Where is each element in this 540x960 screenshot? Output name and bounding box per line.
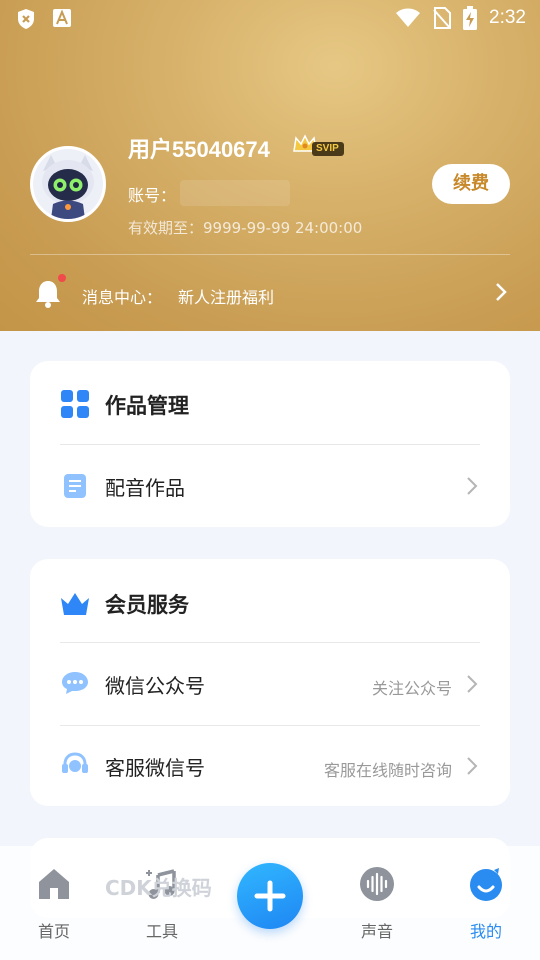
list-item-wechat-official[interactable]: 微信公众号 关注公众号 (30, 643, 510, 725)
works-management-card: 作品管理 配音作品 (30, 361, 510, 527)
expiry-date: 有效期至：9999-99-99 24:00:00 (128, 219, 363, 237)
voice-wave-icon (360, 867, 394, 901)
cdk-label: CDK兑换码 (105, 876, 212, 900)
chevron-right-icon (467, 477, 478, 495)
font-a-icon (53, 9, 71, 27)
wifi-icon (396, 8, 421, 27)
battery-charging-icon (463, 6, 478, 30)
header-divider (30, 254, 510, 255)
nav-mine[interactable]: 我的 (446, 866, 526, 942)
robot-avatar-icon (33, 149, 103, 219)
status-bar: 2:32 (0, 0, 540, 36)
chevron-right-icon (467, 757, 478, 775)
nav-mine-label: 我的 (469, 922, 502, 941)
renew-button[interactable]: 续费 (432, 164, 510, 204)
avatar[interactable] (30, 146, 106, 222)
member-services-card: 会员服务 微信公众号 关注公众号 客服微信号 客服在线随时咨询 (30, 559, 510, 806)
wechat-official-label: 微信公众号 (105, 674, 205, 698)
list-item-customer-service[interactable]: 客服微信号 客服在线随时咨询 (30, 726, 510, 806)
home-icon (39, 869, 69, 899)
message-center-text: 新人注册福利 (178, 288, 275, 307)
wechat-official-value: 关注公众号 (371, 679, 452, 698)
account-value-redacted (180, 180, 290, 206)
username: 用户55040674 (128, 137, 270, 162)
unread-dot (58, 274, 66, 282)
message-center-label: 消息中心： (82, 288, 163, 307)
grid-icon (61, 390, 89, 418)
chevron-right-icon (467, 675, 478, 693)
nav-tools-label: 工具 (145, 922, 178, 941)
account-label: 账号： (128, 186, 177, 205)
nav-voice-label: 声音 (360, 922, 393, 941)
member-card-title: 会员服务 (105, 593, 189, 617)
shield-x-icon (18, 9, 34, 29)
no-sim-icon (433, 7, 452, 29)
bell-icon (36, 281, 60, 308)
nav-home-label: 首页 (37, 922, 70, 941)
bottom-nav: 首页 工具 声音 我的 (0, 846, 540, 960)
list-item-dubbing-works[interactable]: 配音作品 (30, 445, 510, 527)
nav-home[interactable]: 首页 (14, 866, 94, 942)
add-button[interactable] (237, 863, 303, 929)
profile-face-icon (470, 868, 502, 901)
chevron-right-icon (496, 283, 507, 301)
svip-badge: SVIP (292, 133, 346, 159)
chat-bubble-icon (62, 672, 88, 694)
message-center-row[interactable]: 消息中心： 新人注册福利 (30, 270, 510, 316)
nav-voice[interactable]: 声音 (337, 866, 417, 942)
crown-icon (61, 593, 89, 615)
works-card-title: 作品管理 (105, 394, 189, 418)
status-time: 2:32 (489, 7, 526, 28)
document-icon (64, 474, 86, 498)
headset-icon (62, 752, 88, 773)
svip-label: SVIP (316, 143, 339, 154)
customer-service-value: 客服在线随时咨询 (323, 761, 452, 780)
customer-service-label: 客服微信号 (105, 756, 205, 780)
plus-icon (254, 880, 286, 912)
dubbing-works-label: 配音作品 (105, 476, 185, 500)
